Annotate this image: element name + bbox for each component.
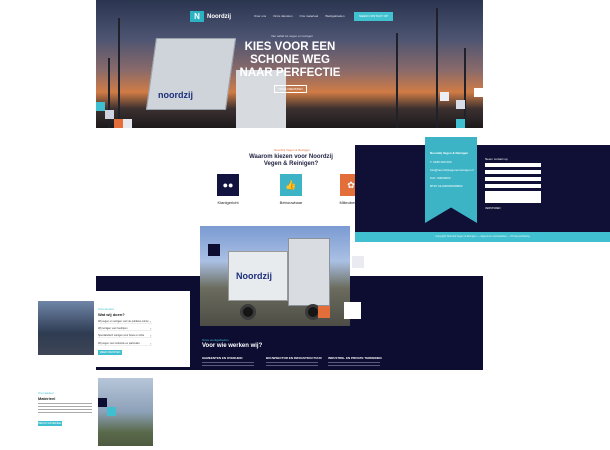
decor-square	[352, 256, 364, 268]
equipment-title: Materieel	[38, 396, 56, 401]
nav-item-over-ons[interactable]: Over ons	[254, 14, 266, 18]
list-item[interactable]: Wij reinigen voor bedrijven	[98, 327, 152, 331]
equipment-section: Ons materieel Materieel BEKIJK MATERIEEL	[0, 375, 190, 450]
decor-square	[456, 119, 465, 128]
chevron-right-icon: ›	[150, 326, 152, 331]
name-field[interactable]	[485, 163, 541, 167]
decor-square	[114, 119, 123, 128]
column-heading: GEMEENTEN EN OVERHEID	[202, 356, 243, 360]
decor-square	[456, 100, 465, 109]
decor-square	[318, 306, 330, 318]
nav-item-materieel[interactable]: Ons materieel	[300, 14, 319, 18]
column-heading: BOUWSECTOR EN INFRASTRUCTUUR	[266, 356, 322, 360]
column-text	[266, 362, 318, 368]
decor-square	[96, 102, 105, 111]
card-klantgericht: ●●	[217, 174, 239, 196]
what-photo	[38, 301, 94, 355]
tree-silhouette	[396, 33, 398, 128]
truck-cab	[288, 238, 330, 306]
equipment-text	[38, 403, 92, 415]
message-field[interactable]	[485, 191, 541, 203]
contact-kvk: KvK: 00000000	[430, 176, 451, 180]
list-item[interactable]: Wij vegen voor industrie en particulier	[98, 342, 152, 346]
truck-logo: Noordzij	[236, 271, 272, 281]
form-title: Neem contact op	[485, 157, 508, 161]
logo-mark: N	[190, 11, 204, 22]
nav-item-diensten[interactable]: Onze diensten	[273, 14, 292, 18]
decor-square	[440, 92, 449, 101]
tree-silhouette	[464, 48, 466, 128]
thumbs-up-icon: 👍	[285, 179, 297, 190]
why-kicker: Noordzij Vegen & Reinigen	[274, 148, 310, 152]
decor-square	[107, 407, 116, 416]
what-we-do-section: Onze diensten Wat wij doen? Wij vegen en…	[0, 291, 190, 367]
why-title: Waarom kiezen voor Noordzij Vegen & Rein…	[249, 154, 333, 167]
hero-title: KIES VOOR EEN SCHONE WEG NAAR PERFECTIE	[239, 41, 341, 79]
contact-phone[interactable]: T. 0180 000 000	[430, 160, 452, 164]
hero-section: noordzij N Noordzij Over ons Onze dienst…	[96, 0, 483, 128]
card-label: Klantgericht	[217, 200, 239, 205]
list-item[interactable]: Wij vegen en reinigen voor de publieke r…	[98, 320, 152, 324]
nav-item-werkgebieden[interactable]: Werkgebieden	[325, 14, 344, 18]
logo-text: Noordzij	[207, 13, 231, 20]
services-title: Voor wie werken wij?	[202, 343, 263, 349]
truck-wheel	[240, 304, 256, 320]
contact-section: Neem contact op VERSTUREN	[355, 145, 610, 242]
decor-square	[474, 88, 483, 97]
chevron-right-icon: ›	[150, 333, 152, 338]
contact-title: Noordzij Vegen & Reinigen	[430, 151, 469, 155]
equipment-button[interactable]: BEKIJK MATERIEEL	[38, 421, 62, 426]
column-heading: INDUSTRIE- EN PRIVATE TERREINEN	[328, 356, 382, 360]
footer-strip: Copyright Noordzij Vegen & Reinigen — Al…	[355, 232, 610, 242]
card-label: Betrouwbaar	[279, 200, 303, 205]
email-field[interactable]	[485, 170, 541, 174]
column-text	[202, 362, 254, 368]
what-title: Wat wij doen?	[98, 312, 125, 317]
people-icon: ●●	[222, 180, 234, 190]
phone-field[interactable]	[485, 177, 541, 181]
equipment-kicker: Ons materieel	[38, 392, 54, 395]
contact-button[interactable]: NEEM CONTACT OP	[354, 12, 393, 21]
submit-button[interactable]: VERSTUREN	[485, 207, 500, 210]
services-button[interactable]: ONZE DIENSTEN	[274, 85, 307, 93]
column-text	[328, 362, 380, 368]
contact-email[interactable]: info@noordzijvegenenreinigen.nl	[430, 168, 474, 172]
subject-field[interactable]	[485, 184, 541, 188]
site-logo[interactable]: N Noordzij	[190, 11, 231, 22]
decor-square	[98, 398, 107, 407]
decor-square	[123, 119, 132, 128]
services-kicker: Onze werkgebieden	[202, 338, 229, 342]
contact-btw: BTW: NL000000000B00	[430, 184, 463, 188]
hero-truck-logo: noordzij	[158, 90, 193, 100]
what-kicker: Onze diensten	[98, 308, 115, 311]
tree-silhouette	[436, 8, 438, 128]
hero-kicker: Van asfalt tot vegen en reinigen	[271, 34, 313, 38]
chevron-right-icon: ›	[150, 341, 152, 346]
decor-square	[344, 302, 361, 319]
tree-silhouette	[118, 18, 120, 128]
more-services-button[interactable]: MEER DIENSTEN	[98, 350, 122, 355]
decor-square	[105, 110, 114, 119]
card-betrouwbaar: 👍	[280, 174, 302, 196]
main-nav: Over ons Onze diensten Ons materieel Wer…	[254, 14, 345, 18]
leaf-icon: ✿	[347, 179, 355, 190]
list-item[interactable]: Specialistisch reinigen voor bouw en inf…	[98, 334, 152, 338]
decor-square	[208, 244, 220, 256]
chevron-right-icon: ›	[150, 319, 152, 324]
